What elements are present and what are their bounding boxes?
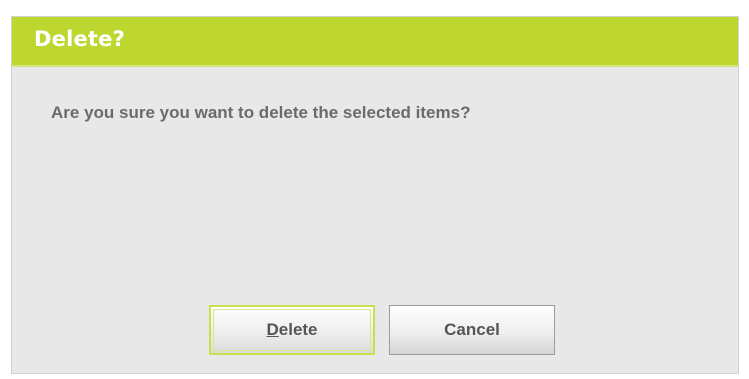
confirm-message: Are you sure you want to delete the sele… xyxy=(51,103,471,122)
delete-button-label: elete xyxy=(278,320,318,339)
delete-button-mnemonic: D xyxy=(266,320,279,339)
cancel-button[interactable]: Cancel xyxy=(389,305,555,355)
delete-confirm-dialog: Delete? Are you sure you want to delete … xyxy=(11,16,739,374)
delete-button[interactable]: Delete xyxy=(209,305,375,355)
dialog-title-bar: Delete? xyxy=(12,17,738,67)
cancel-button-label: Cancel xyxy=(444,320,500,339)
delete-button-focus-ring: Delete xyxy=(213,309,371,351)
dialog-title: Delete? xyxy=(34,27,125,51)
